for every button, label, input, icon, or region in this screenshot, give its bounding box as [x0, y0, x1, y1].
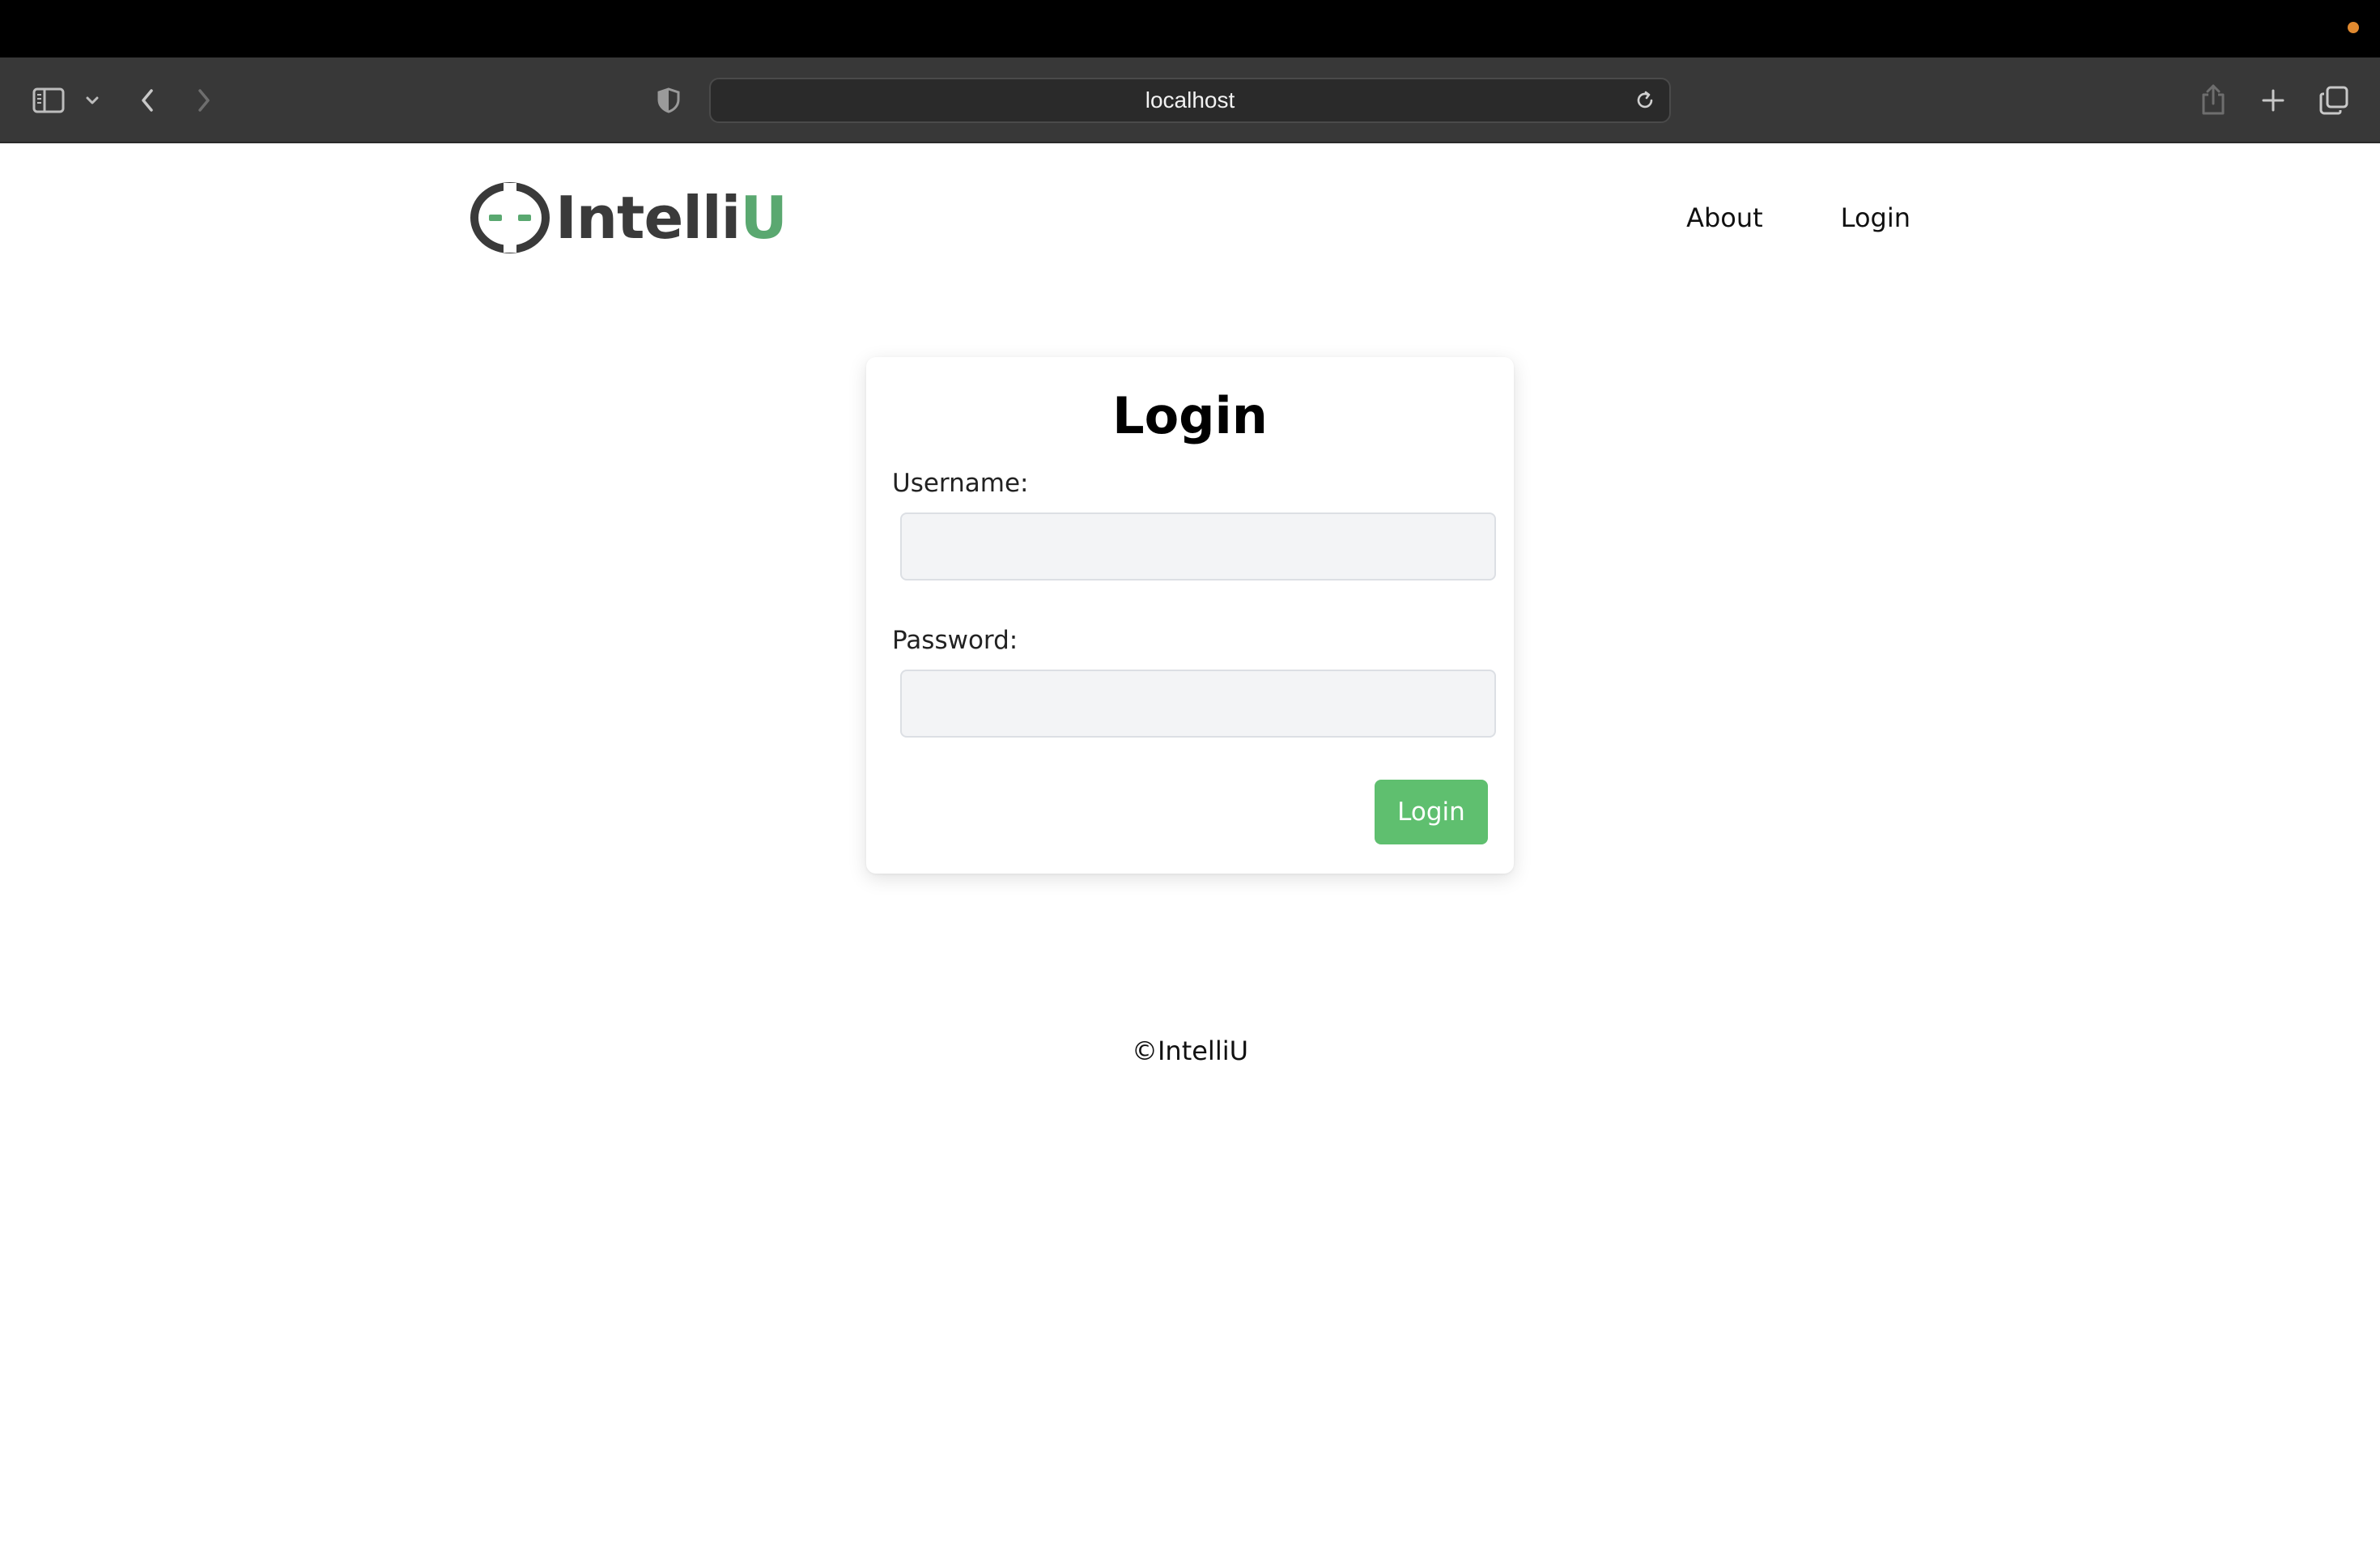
- share-icon[interactable]: [2197, 79, 2229, 121]
- username-input[interactable]: [900, 512, 1496, 580]
- logo-text: IntelliU: [555, 189, 788, 247]
- chevron-down-icon[interactable]: [81, 87, 104, 114]
- password-label: Password:: [892, 626, 1018, 655]
- menu-bar: [0, 0, 2380, 57]
- nav-about-link[interactable]: About: [1686, 202, 1763, 233]
- plus-icon[interactable]: [2257, 82, 2289, 119]
- site-header: IntelliU About Login: [470, 177, 1910, 258]
- shield-icon[interactable]: [654, 83, 683, 117]
- sidebar-icon[interactable]: [29, 82, 68, 119]
- username-label: Username:: [892, 469, 1029, 498]
- chevron-left-icon[interactable]: [133, 82, 162, 119]
- address-bar[interactable]: localhost: [709, 78, 1671, 123]
- page: IntelliU About Login Login Username: Pas…: [0, 145, 2380, 1548]
- logo-text-main: Intelli: [555, 184, 741, 252]
- nav-login-link[interactable]: Login: [1841, 202, 1910, 233]
- chevron-right-icon[interactable]: [189, 82, 219, 119]
- logo-icon: [470, 182, 550, 253]
- reload-icon[interactable]: [1632, 87, 1658, 113]
- login-title: Login: [1112, 386, 1268, 445]
- logo[interactable]: IntelliU: [470, 177, 788, 258]
- logo-text-accent: U: [740, 184, 787, 252]
- login-card: Login Username: Password: Login: [866, 357, 1514, 874]
- login-submit-button[interactable]: Login: [1375, 780, 1488, 844]
- address-text: localhost: [1145, 87, 1235, 113]
- status-dot: [2348, 22, 2359, 33]
- main-nav: About Login: [1609, 177, 1910, 258]
- footer-copyright: ©IntelliU: [1131, 1036, 1249, 1066]
- password-input[interactable]: [900, 670, 1496, 738]
- tabs-icon[interactable]: [2315, 82, 2352, 119]
- browser-toolbar: localhost: [0, 57, 2380, 143]
